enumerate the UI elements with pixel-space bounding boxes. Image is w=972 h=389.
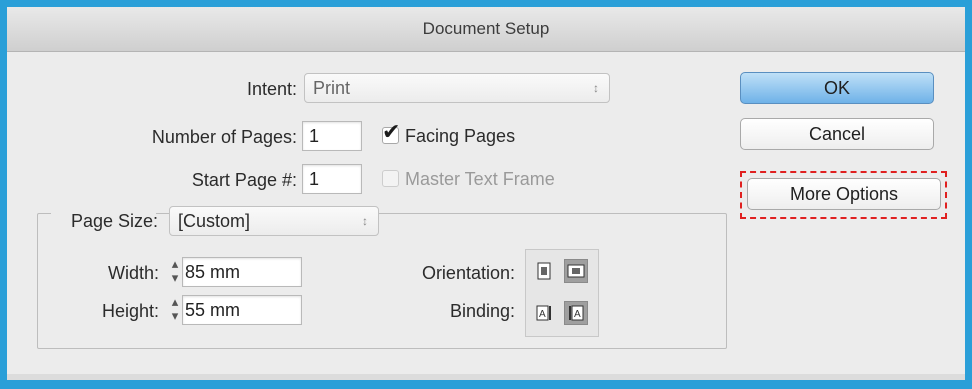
intent-label: Intent: [246, 79, 297, 99]
title-bar[interactable]: Document Setup [7, 7, 965, 52]
page-size-select[interactable]: [Custom] ↕ [169, 206, 379, 236]
height-input[interactable]: 55 mm [182, 295, 302, 325]
select-arrows-icon: ↕ [593, 81, 599, 95]
document-setup-dialog: Document Setup Intent: Print ↕ Number of… [7, 7, 965, 380]
master-text-frame-label: Master Text Frame [405, 169, 555, 189]
height-stepper-icon[interactable]: ▴ ▾ [168, 295, 182, 323]
width-stepper-icon[interactable]: ▴ ▾ [168, 257, 182, 285]
start-page-label: Start Page #: [191, 170, 297, 190]
height-label: Height: [101, 301, 159, 321]
number-of-pages-label: Number of Pages: [151, 127, 297, 147]
facing-pages-checkbox[interactable]: ✔ [382, 121, 400, 144]
binding-label: Binding: [449, 301, 515, 321]
checkmark-icon: ✔ [382, 119, 401, 144]
width-input[interactable]: 85 mm [182, 257, 302, 287]
svg-text:A: A [539, 309, 546, 320]
orientation-label: Orientation: [421, 263, 515, 283]
page-size-value: [Custom] [178, 211, 251, 231]
highlight-box [740, 171, 947, 219]
select-arrows-icon: ↕ [362, 214, 368, 228]
facing-pages-label: Facing Pages [405, 126, 516, 146]
ok-button[interactable]: OK [740, 72, 934, 104]
dialog-title: Document Setup [422, 19, 550, 38]
intent-select[interactable]: Print ↕ [304, 73, 610, 103]
left-to-right-binding-icon[interactable]: A [532, 301, 556, 325]
orientation-binding-panel: A A [525, 249, 599, 337]
master-text-frame-checkbox[interactable] [382, 170, 399, 187]
width-label: Width: [107, 263, 159, 283]
landscape-icon[interactable] [564, 259, 588, 283]
page-size-label: Page Size: [71, 211, 159, 231]
right-to-left-binding-icon[interactable]: A [564, 301, 588, 325]
portrait-icon[interactable] [532, 259, 556, 283]
intent-value: Print [313, 78, 351, 98]
page-size-header: Page Size: [51, 206, 159, 242]
start-page-input[interactable]: 1 [302, 164, 362, 194]
number-of-pages-input[interactable]: 1 [302, 121, 362, 151]
cancel-button[interactable]: Cancel [740, 118, 934, 150]
svg-text:A: A [574, 309, 581, 320]
